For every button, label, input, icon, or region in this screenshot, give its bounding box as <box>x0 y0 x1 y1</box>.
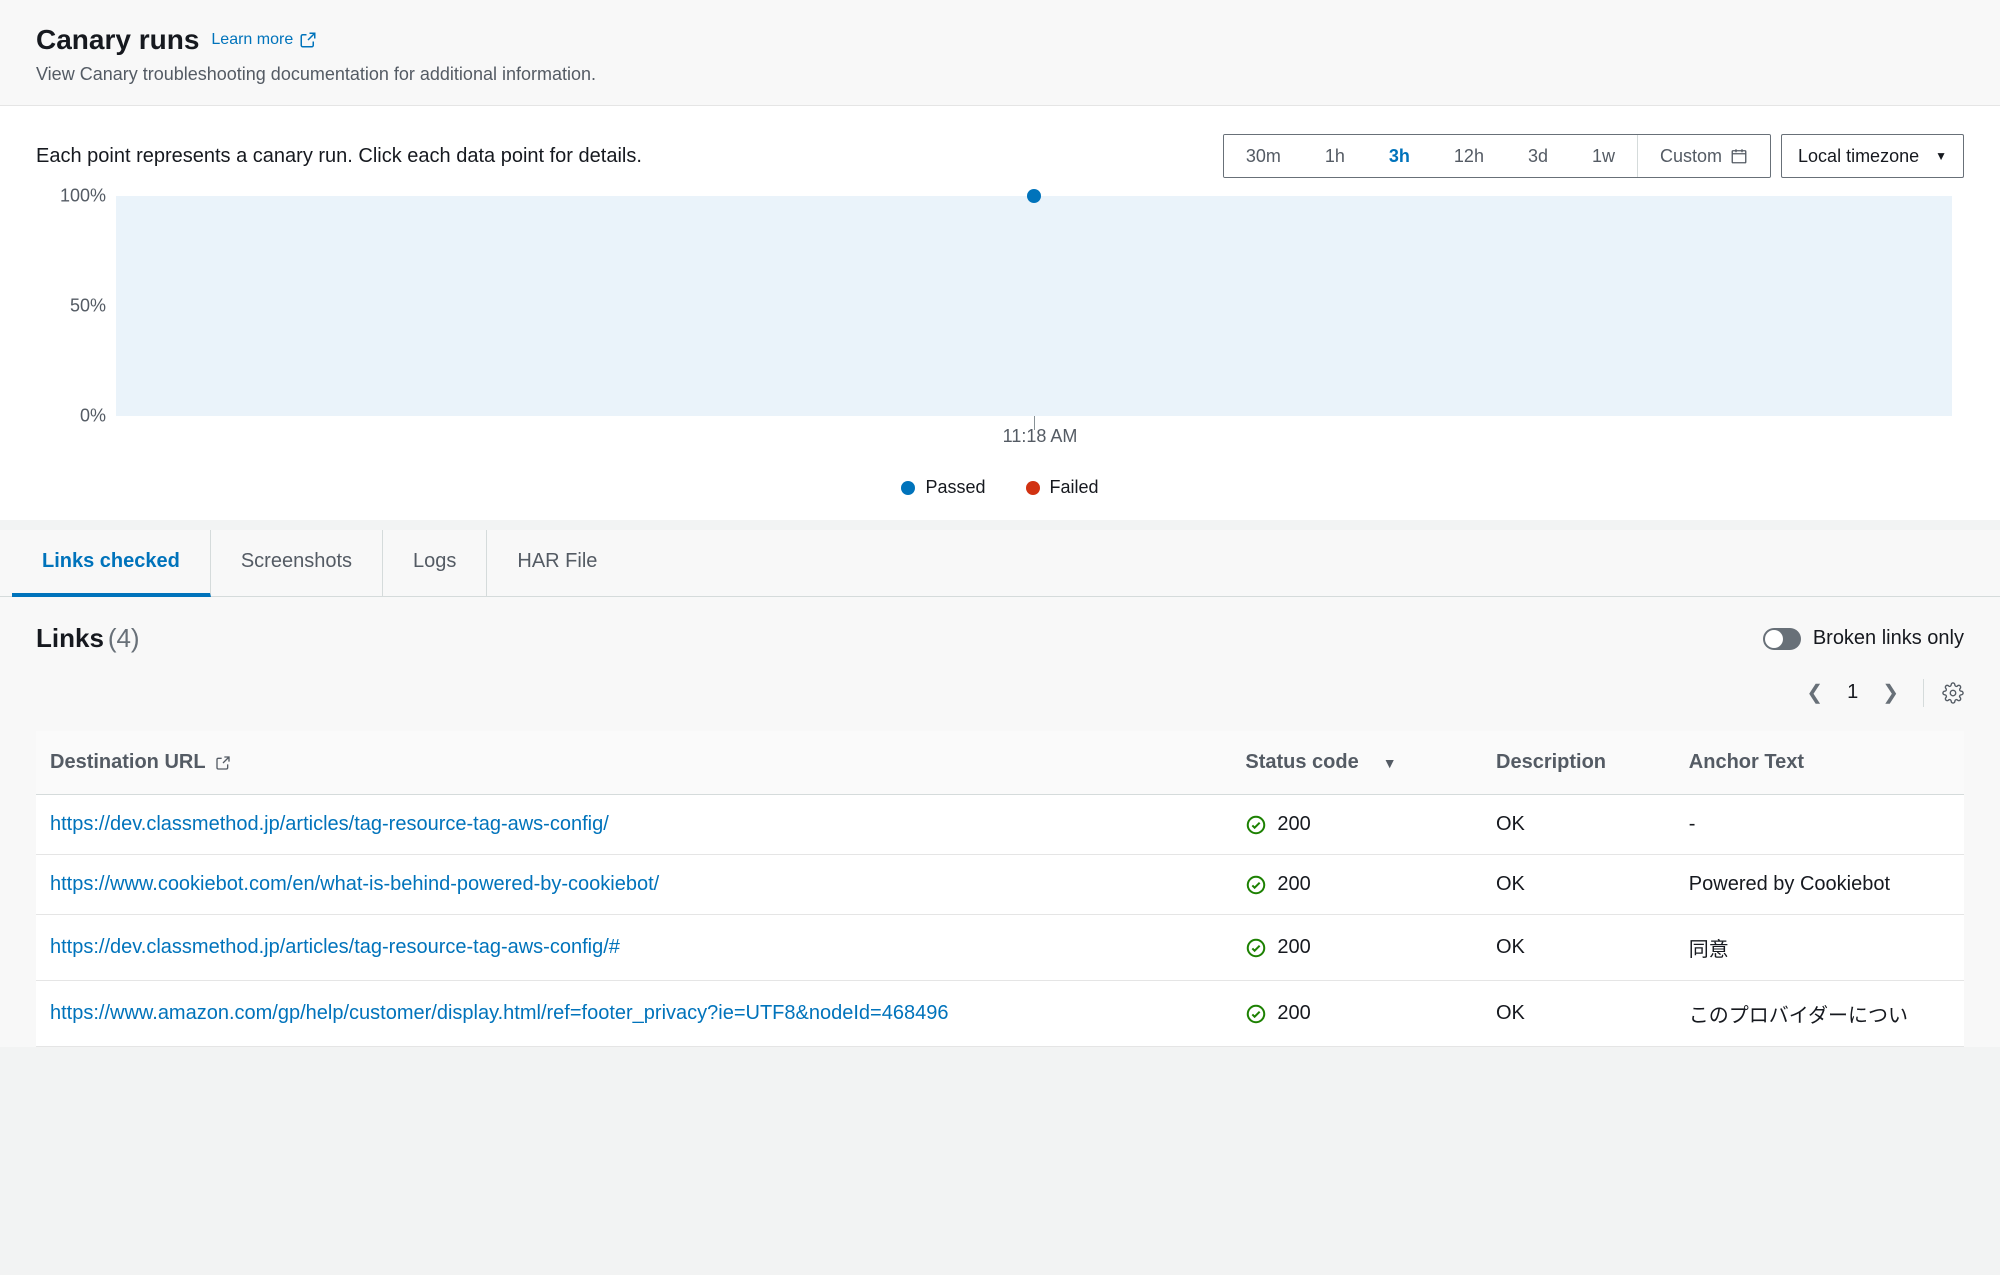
table-row: https://dev.classmethod.jp/articles/tag-… <box>36 795 1964 855</box>
destination-url-link[interactable]: https://www.cookiebot.com/en/what-is-beh… <box>50 873 659 895</box>
external-link-icon <box>299 31 317 49</box>
timezone-select[interactable]: Local timezone ▼ <box>1781 134 1964 178</box>
chart-plot[interactable]: 100% 50% 0% <box>116 196 1952 416</box>
status-code: 200 <box>1277 936 1310 959</box>
broken-links-label: Broken links only <box>1813 627 1964 650</box>
status-code: 200 <box>1277 813 1310 836</box>
chart-legend: Passed Failed <box>36 477 1964 498</box>
anchor-text: このプロバイダーについ <box>1675 981 1964 1047</box>
chart-section: Each point represents a canary run. Clic… <box>0 106 2000 520</box>
anchor-text: 同意 <box>1675 915 1964 981</box>
page-header: Canary runs Learn more View Canary troub… <box>0 0 2000 106</box>
tab-links-checked[interactable]: Links checked <box>12 530 211 597</box>
range-custom[interactable]: Custom <box>1638 135 1770 177</box>
y-tick-label: 0% <box>50 406 106 427</box>
x-tick <box>1034 416 1035 430</box>
destination-url-link[interactable]: https://dev.classmethod.jp/articles/tag-… <box>50 813 609 835</box>
calendar-icon <box>1730 147 1748 165</box>
links-section: Links (4) Broken links only ❮ 1 ❯ Destin… <box>0 597 2000 1047</box>
pager-next[interactable]: ❯ <box>1876 676 1905 709</box>
col-url[interactable]: Destination URL <box>36 731 1231 795</box>
tab-screenshots[interactable]: Screenshots <box>211 530 383 596</box>
range-1w[interactable]: 1w <box>1570 135 1637 177</box>
status-desc: OK <box>1482 855 1675 915</box>
range-3d[interactable]: 3d <box>1506 135 1570 177</box>
destination-url-link[interactable]: https://www.amazon.com/gp/help/customer/… <box>50 1002 948 1024</box>
success-check-icon <box>1245 1003 1267 1025</box>
status-code: 200 <box>1277 873 1310 896</box>
range-12h[interactable]: 12h <box>1432 135 1506 177</box>
pager-prev[interactable]: ❮ <box>1800 676 1829 709</box>
page-title: Canary runs <box>36 24 199 56</box>
destination-url-link[interactable]: https://dev.classmethod.jp/articles/tag-… <box>50 936 620 958</box>
col-anchor[interactable]: Anchor Text <box>1675 731 1964 795</box>
anchor-text: - <box>1675 795 1964 855</box>
success-check-icon <box>1245 937 1267 959</box>
success-check-icon <box>1245 814 1267 836</box>
time-range-group: 30m1h3h12h3d1wCustom <box>1223 134 1771 178</box>
y-tick-label: 100% <box>50 186 106 207</box>
legend-dot-failed <box>1026 481 1040 495</box>
col-desc[interactable]: Description <box>1482 731 1675 795</box>
success-check-icon <box>1245 874 1267 896</box>
tabs: Links checkedScreenshotsLogsHAR File <box>0 530 2000 597</box>
table-row: https://dev.classmethod.jp/articles/tag-… <box>36 915 1964 981</box>
learn-more-link[interactable]: Learn more <box>211 31 317 49</box>
y-tick-label: 50% <box>50 296 106 317</box>
range-30m[interactable]: 30m <box>1224 135 1303 177</box>
external-link-icon <box>215 755 231 771</box>
links-title: Links <box>36 623 104 653</box>
sort-desc-icon: ▼ <box>1383 755 1397 771</box>
pager: ❮ 1 ❯ <box>36 654 1964 731</box>
range-1h[interactable]: 1h <box>1303 135 1367 177</box>
links-count: (4) <box>108 623 140 653</box>
x-tick-label: 11:18 AM <box>116 426 1964 447</box>
status-code: 200 <box>1277 1002 1310 1025</box>
status-desc: OK <box>1482 795 1675 855</box>
tab-logs[interactable]: Logs <box>383 530 487 596</box>
status-desc: OK <box>1482 981 1675 1047</box>
chevron-down-icon: ▼ <box>1935 149 1947 163</box>
legend-dot-passed <box>901 481 915 495</box>
chart-hint: Each point represents a canary run. Clic… <box>36 145 642 168</box>
table-row: https://www.amazon.com/gp/help/customer/… <box>36 981 1964 1047</box>
table-row: https://www.cookiebot.com/en/what-is-beh… <box>36 855 1964 915</box>
broken-links-toggle[interactable] <box>1763 628 1801 650</box>
col-status[interactable]: Status code▼ <box>1231 731 1482 795</box>
status-desc: OK <box>1482 915 1675 981</box>
tab-har-file[interactable]: HAR File <box>487 530 627 596</box>
page-subtitle: View Canary troubleshooting documentatio… <box>36 64 1964 85</box>
pager-current: 1 <box>1847 681 1858 704</box>
data-point-passed[interactable] <box>1027 189 1041 203</box>
gear-icon[interactable] <box>1942 682 1964 704</box>
range-3h[interactable]: 3h <box>1367 135 1432 177</box>
links-table: Destination URL Status code▼ Description… <box>36 731 1964 1047</box>
anchor-text: Powered by Cookiebot <box>1675 855 1964 915</box>
